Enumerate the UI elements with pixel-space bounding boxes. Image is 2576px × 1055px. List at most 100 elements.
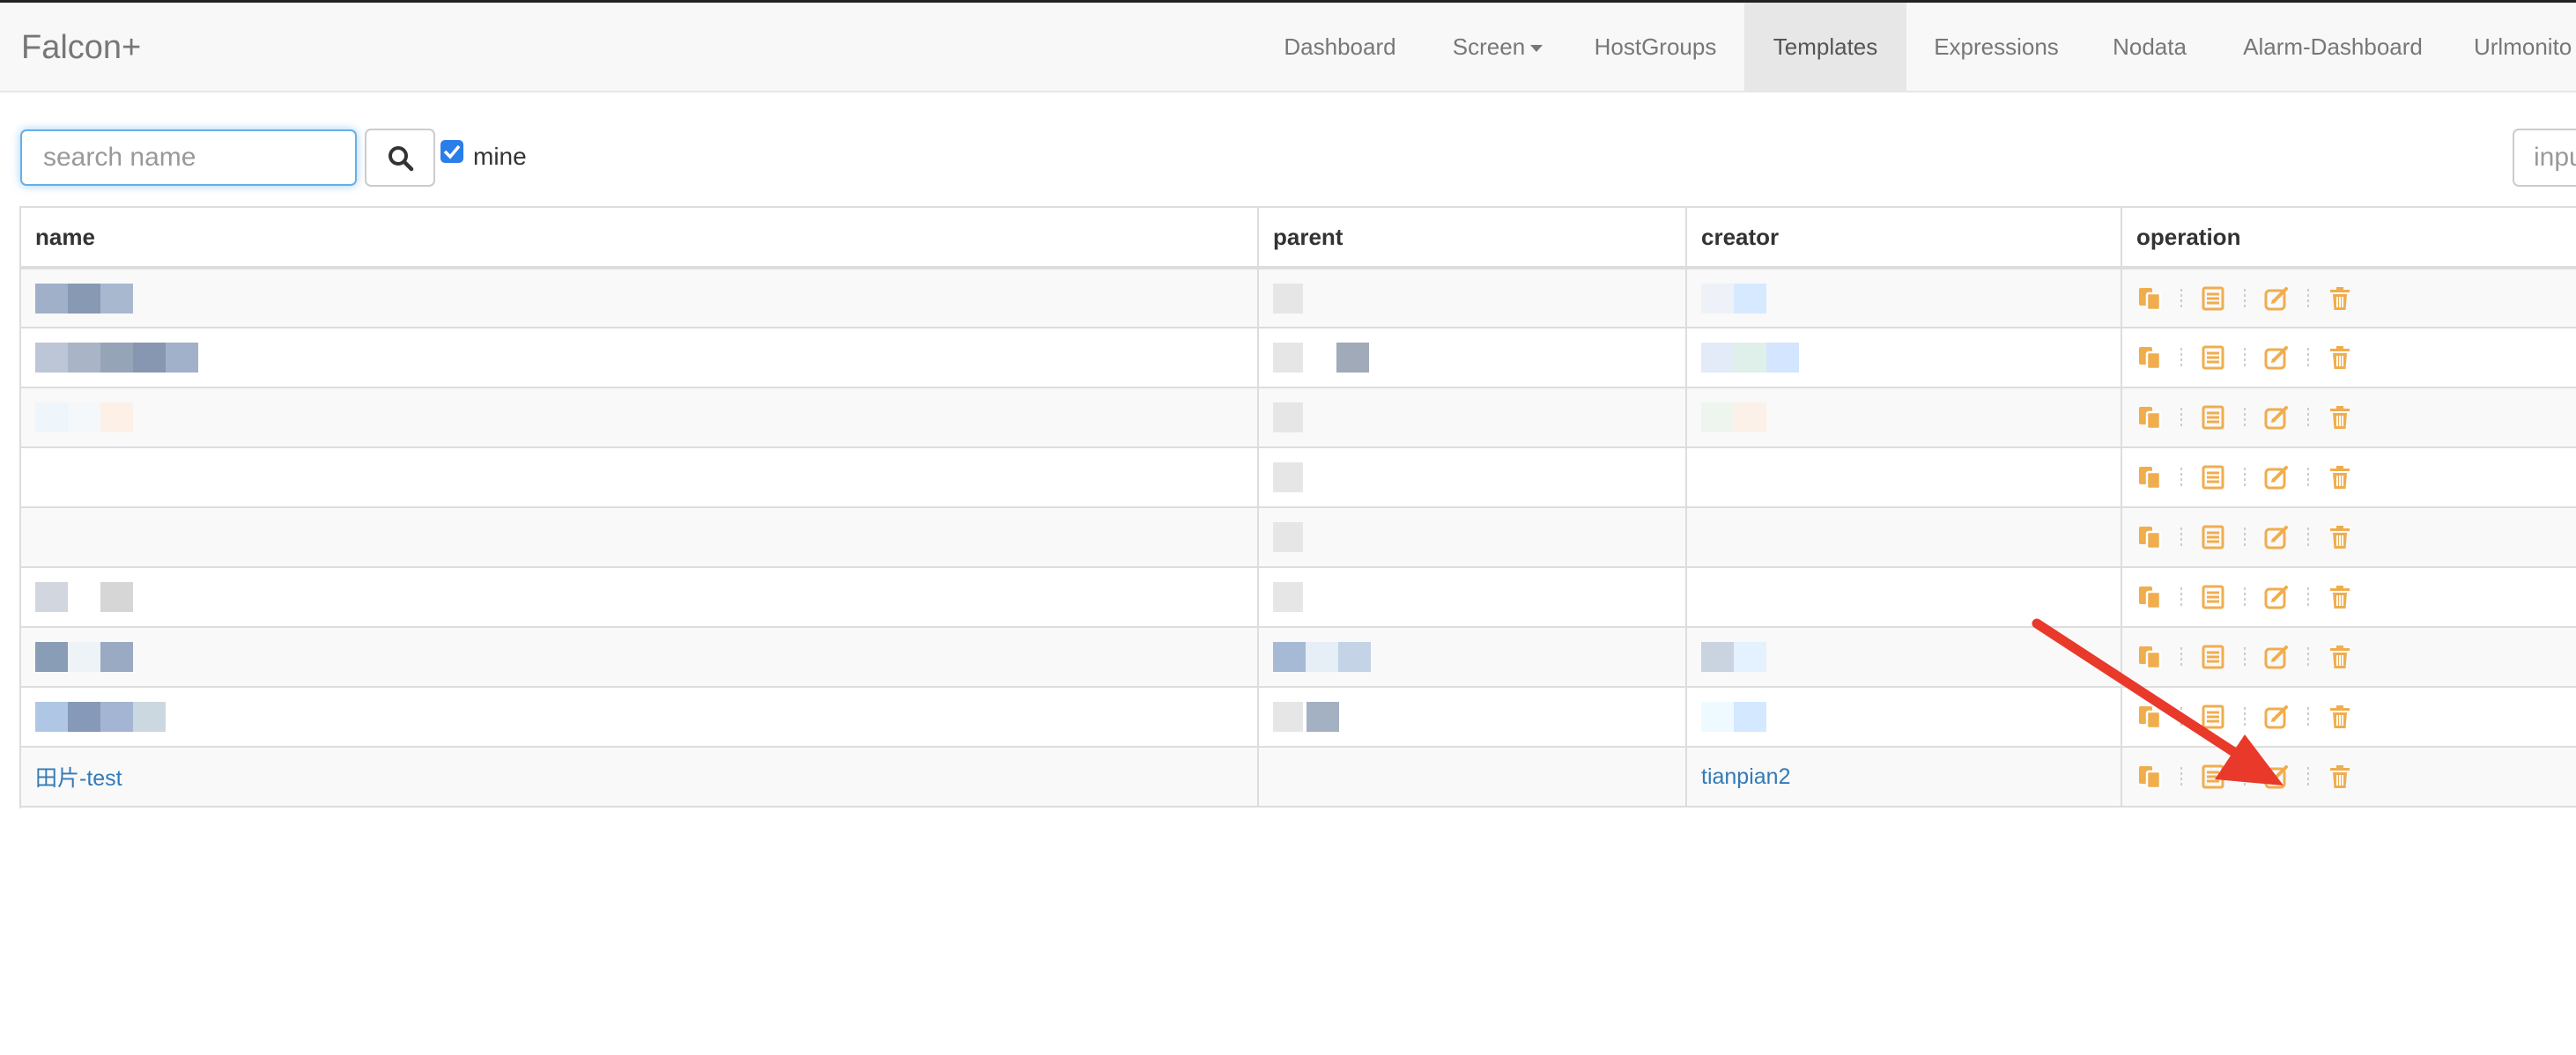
copy-icon[interactable] xyxy=(2136,464,2163,491)
nav-urlmonitor[interactable]: Urlmonito xyxy=(2474,3,2576,92)
separator xyxy=(2244,288,2246,308)
copy-icon[interactable] xyxy=(2136,524,2163,550)
column-header-creator: creator xyxy=(1686,208,2122,269)
mine-label: mine xyxy=(473,143,527,170)
nav-nodata-label: Nodata xyxy=(2113,33,2187,60)
nav-alarm-dashboard[interactable]: Alarm-Dashboard xyxy=(2227,3,2439,92)
separator xyxy=(2307,587,2309,607)
redacted-creator-cell xyxy=(1686,447,2122,508)
trash-icon[interactable] xyxy=(2327,644,2353,670)
edit-icon[interactable] xyxy=(2263,404,2290,431)
redacted-name-cell xyxy=(21,387,1259,448)
trash-icon[interactable] xyxy=(2327,344,2353,371)
copy-icon[interactable] xyxy=(2136,704,2163,730)
copy-icon[interactable] xyxy=(2136,285,2163,312)
separator xyxy=(2244,647,2246,667)
trash-icon[interactable] xyxy=(2327,584,2353,610)
separator xyxy=(2307,348,2309,367)
trash-icon[interactable] xyxy=(2327,404,2353,431)
operation-buttons xyxy=(2136,344,2576,371)
template-parent-cell xyxy=(1258,747,1687,808)
edit-icon[interactable] xyxy=(2263,704,2290,730)
mine-checkbox[interactable] xyxy=(440,140,463,163)
edit-icon[interactable] xyxy=(2263,764,2290,790)
template-name-cell: 田片-test xyxy=(21,747,1259,808)
list-icon[interactable] xyxy=(2200,464,2226,491)
edit-icon[interactable] xyxy=(2263,285,2290,312)
separator xyxy=(2307,288,2309,308)
redacted-parent-cell xyxy=(1258,328,1687,388)
search-icon xyxy=(389,146,414,172)
row-operations xyxy=(2121,387,2576,448)
redacted-creator-cell xyxy=(1686,328,2122,388)
nav-hostgroups[interactable]: HostGroups xyxy=(1573,3,1737,92)
separator xyxy=(2180,468,2182,487)
trash-icon[interactable] xyxy=(2327,285,2353,312)
redacted-name-cell xyxy=(21,627,1259,688)
trash-icon[interactable] xyxy=(2327,524,2353,550)
redacted-creator-cell xyxy=(1686,627,2122,688)
nav-templates-label: Templates xyxy=(1773,33,1878,60)
list-icon[interactable] xyxy=(2200,764,2226,790)
list-icon[interactable] xyxy=(2200,285,2226,312)
separator xyxy=(2307,468,2309,487)
operation-buttons xyxy=(2136,285,2576,312)
trash-icon[interactable] xyxy=(2327,464,2353,491)
table-header-row: name parent creator operation xyxy=(21,208,2576,269)
template-creator-link[interactable]: tianpian2 xyxy=(1701,764,1790,789)
list-icon[interactable] xyxy=(2200,524,2226,550)
templates-table: name parent creator operation 田片-test ti… xyxy=(19,206,2576,808)
list-icon[interactable] xyxy=(2200,344,2226,371)
row-operations xyxy=(2121,268,2576,328)
operation-buttons xyxy=(2136,704,2576,730)
row-operations xyxy=(2121,567,2576,628)
copy-icon[interactable] xyxy=(2136,764,2163,790)
redacted-name-cell xyxy=(21,567,1259,628)
separator xyxy=(2180,707,2182,727)
search-button[interactable] xyxy=(365,129,435,187)
separator xyxy=(2180,528,2182,547)
template-creator-cell: tianpian2 xyxy=(1686,747,2122,808)
copy-icon[interactable] xyxy=(2136,344,2163,371)
nav-urlmonitor-label: Urlmonito xyxy=(2474,33,2572,60)
redacted-name-cell xyxy=(21,507,1259,568)
separator xyxy=(2244,528,2246,547)
edit-icon[interactable] xyxy=(2263,644,2290,670)
nav-screen[interactable]: Screen xyxy=(1436,3,1559,92)
list-icon[interactable] xyxy=(2200,584,2226,610)
list-icon[interactable] xyxy=(2200,644,2226,670)
nav-templates[interactable]: Templates xyxy=(1744,3,1906,92)
table-row xyxy=(21,268,2576,328)
search-input[interactable] xyxy=(20,129,357,186)
redacted-parent-cell xyxy=(1258,447,1687,508)
edit-icon[interactable] xyxy=(2263,584,2290,610)
operation-buttons xyxy=(2136,404,2576,431)
operation-buttons xyxy=(2136,584,2576,610)
row-operations xyxy=(2121,447,2576,508)
separator xyxy=(2307,408,2309,427)
copy-icon[interactable] xyxy=(2136,644,2163,670)
table-row xyxy=(21,507,2576,568)
row-operations xyxy=(2121,328,2576,388)
list-icon[interactable] xyxy=(2200,704,2226,730)
nav-dashboard[interactable]: Dashboard xyxy=(1262,3,1418,92)
nav-expressions[interactable]: Expressions xyxy=(1921,3,2072,92)
edit-icon[interactable] xyxy=(2263,524,2290,550)
separator xyxy=(2180,408,2182,427)
redacted-creator-cell xyxy=(1686,567,2122,628)
right-search-input[interactable]: inpu xyxy=(2513,129,2576,187)
copy-icon[interactable] xyxy=(2136,404,2163,431)
list-icon[interactable] xyxy=(2200,404,2226,431)
copy-icon[interactable] xyxy=(2136,584,2163,610)
trash-icon[interactable] xyxy=(2327,764,2353,790)
template-name-link[interactable]: 田片-test xyxy=(35,766,122,791)
separator xyxy=(2180,767,2182,786)
nav-nodata[interactable]: Nodata xyxy=(2097,3,2202,92)
separator xyxy=(2180,647,2182,667)
separator xyxy=(2244,707,2246,727)
separator xyxy=(2180,587,2182,607)
trash-icon[interactable] xyxy=(2327,704,2353,730)
edit-icon[interactable] xyxy=(2263,464,2290,491)
brand-logo[interactable]: Falcon+ xyxy=(21,29,141,67)
edit-icon[interactable] xyxy=(2263,344,2290,371)
